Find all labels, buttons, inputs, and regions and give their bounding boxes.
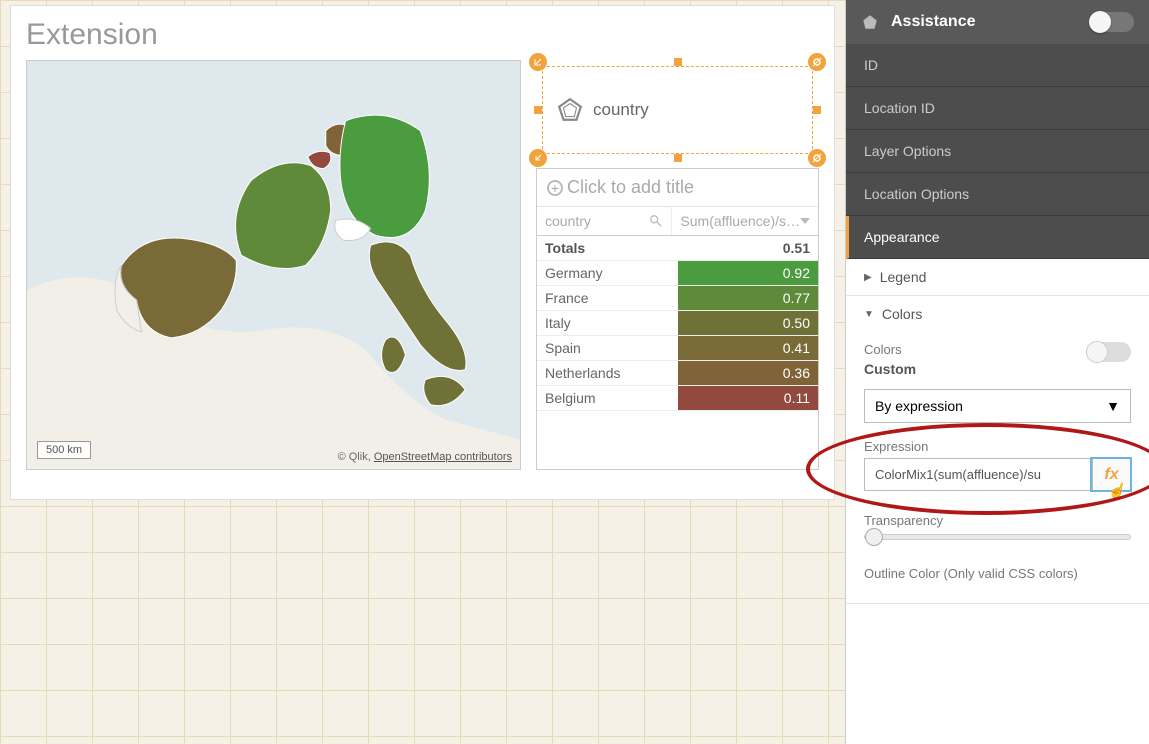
sort-desc-icon [800,218,810,224]
accordion-colors[interactable]: ▼Colors [846,296,1149,332]
map-visualization[interactable]: 500 km © Qlik, OpenStreetMap contributor… [26,60,521,470]
nav-item-appearance[interactable]: Appearance [846,216,1149,259]
fx-button[interactable]: fx☝ [1092,459,1130,490]
resize-handle-t[interactable] [674,58,682,66]
chevron-down-icon: ▼ [864,309,874,320]
table-row[interactable]: Netherlands0.36 [537,361,818,386]
plus-icon: + [547,180,563,196]
properties-panel: Assistance ID Location ID Layer Options … [845,0,1149,744]
table-row[interactable]: Italy0.50 [537,311,818,336]
nav-item-id[interactable]: ID [846,44,1149,87]
legend-label: country [593,100,649,120]
osm-link[interactable]: OpenStreetMap contributors [374,451,512,463]
accordion-legend[interactable]: ▶Legend [846,259,1149,295]
expression-input[interactable] [865,459,1092,490]
nav-item-layer-options[interactable]: Layer Options [846,130,1149,173]
transparency-label: Transparency [864,513,1131,528]
extension-title: Extension [26,18,819,52]
nav-item-location-options[interactable]: Location Options [846,173,1149,216]
assistance-toggle[interactable] [1090,12,1134,32]
map-attribution: © Qlik, OpenStreetMap contributors [338,451,512,463]
map-scale: 500 km [37,441,91,459]
expression-label: Expression [864,439,1131,454]
table-row[interactable]: Spain0.41 [537,336,818,361]
table-row[interactable]: Belgium0.11 [537,386,818,411]
column-header-country[interactable]: country [537,207,672,235]
table-row[interactable]: France0.77 [537,286,818,311]
table-row[interactable]: Germany0.92 [537,261,818,286]
extension-card: Extension [10,5,835,500]
search-icon[interactable] [649,214,663,228]
transparency-slider[interactable] [864,534,1131,540]
table-title-placeholder[interactable]: +Click to add title [537,169,818,206]
worksheet-area[interactable]: Extension [0,0,845,744]
outline-color-label: Outline Color (Only valid CSS colors) [864,566,1131,581]
data-table[interactable]: +Click to add title country Sum(affluenc… [536,168,819,470]
panel-header: Assistance [846,0,1149,44]
resize-handle-b[interactable] [674,154,682,162]
nav-item-location-id[interactable]: Location ID [846,87,1149,130]
table-totals-row: Totals0.51 [537,236,818,261]
chevron-down-icon: ▼ [1106,398,1120,414]
colors-toggle[interactable] [1087,342,1131,362]
resize-handle-r[interactable] [813,106,821,114]
column-header-measure[interactable]: Sum(affluence)/s… [672,207,818,235]
color-mode-dropdown[interactable]: By expression ▼ [864,389,1131,423]
pentagon-icon [557,97,583,123]
cursor-icon: ☝ [1108,482,1125,499]
resize-handle-l[interactable] [534,106,542,114]
colors-mode: Custom [864,361,1131,377]
chevron-right-icon: ▶ [864,272,872,283]
pentagon-icon [861,13,879,31]
legend-object-selected[interactable]: country [536,60,819,160]
